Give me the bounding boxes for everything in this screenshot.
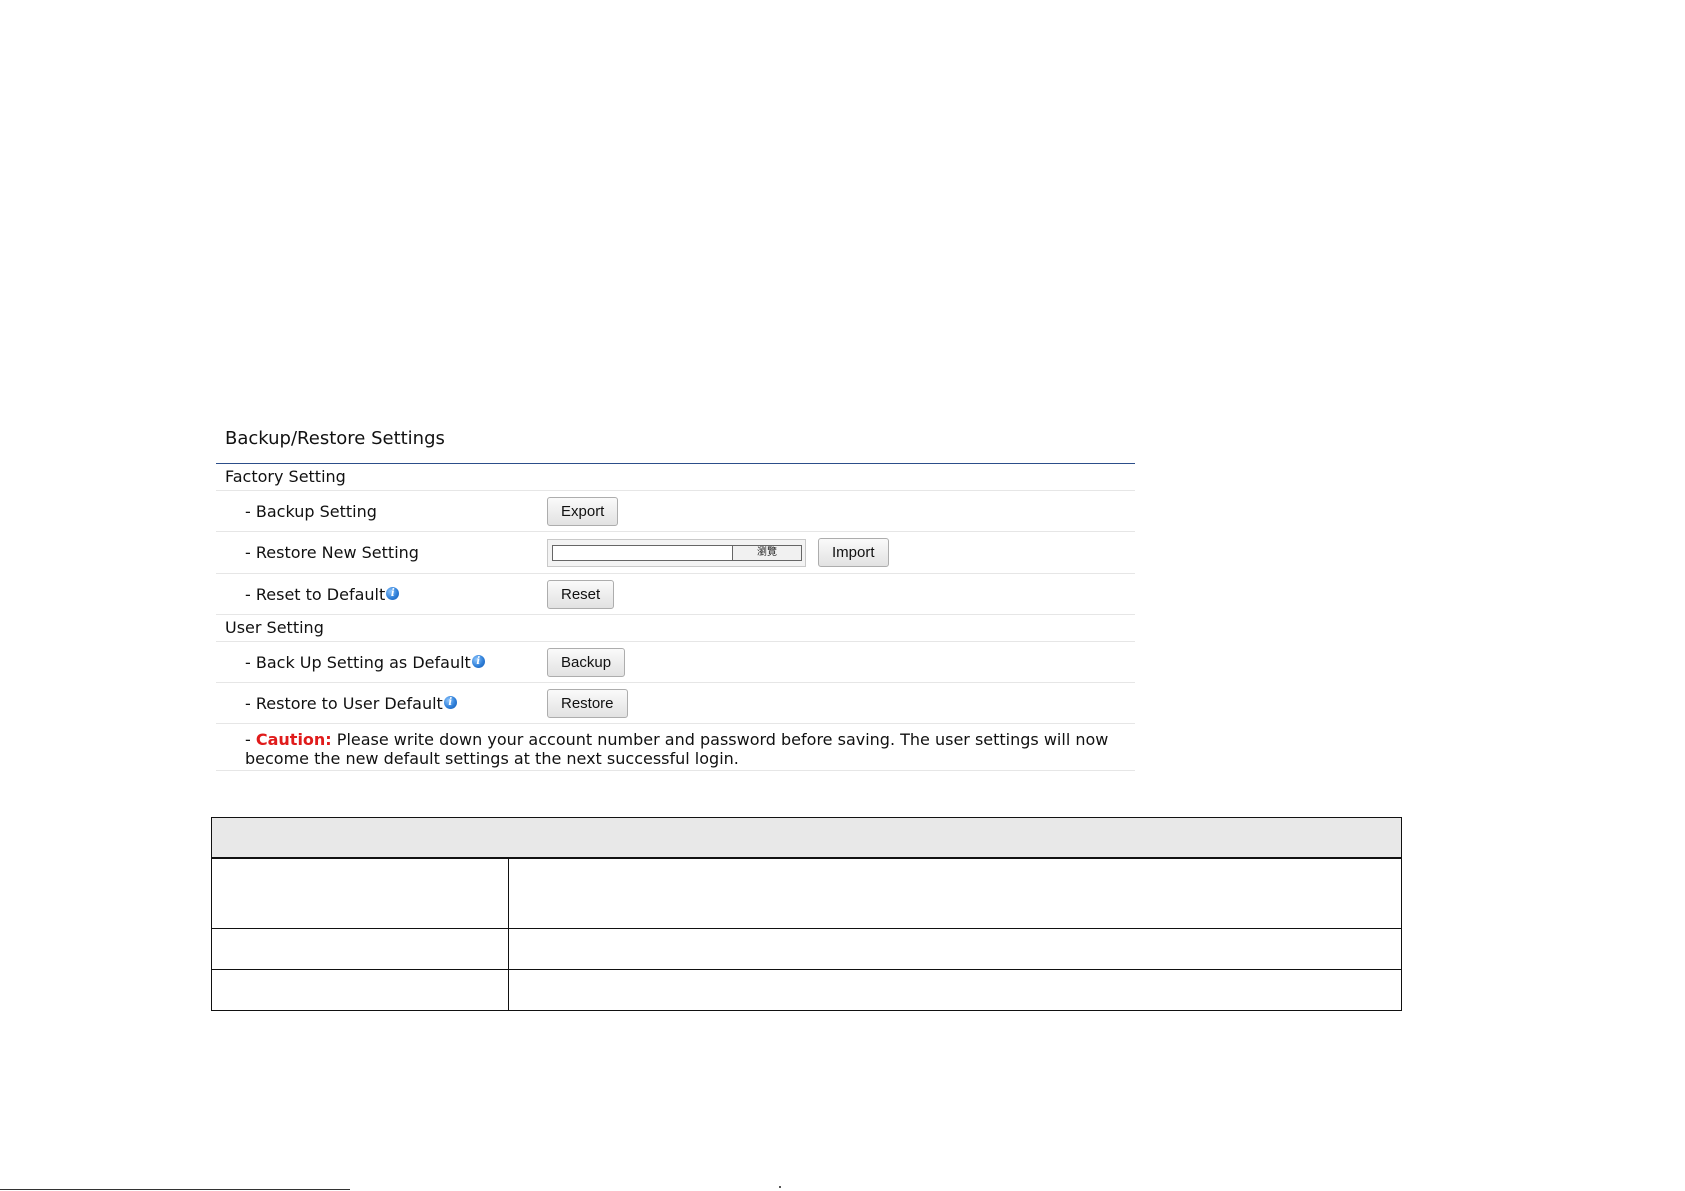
table-row <box>212 929 1401 970</box>
caution-note: - Caution: Please write down your accoun… <box>216 724 1135 771</box>
table-cell <box>212 859 509 928</box>
caution-prefix: - <box>245 730 256 749</box>
import-button[interactable]: Import <box>818 538 889 567</box>
table-cell <box>509 859 1401 928</box>
table-cell <box>509 970 1401 1010</box>
backup-button[interactable]: Backup <box>547 648 626 677</box>
panel-title: Backup/Restore Settings <box>216 420 1135 464</box>
backup-restore-panel: Backup/Restore Settings Factory Setting … <box>216 420 1135 771</box>
export-button[interactable]: Export <box>547 497 619 526</box>
reset-button[interactable]: Reset <box>547 580 615 609</box>
table-cell <box>212 929 509 969</box>
info-icon[interactable]: i <box>443 696 457 709</box>
table-cell <box>509 929 1401 969</box>
factory-setting-heading: Factory Setting <box>216 464 1135 491</box>
file-browse-button[interactable]: 瀏覽 <box>732 544 802 561</box>
info-icon[interactable]: i <box>386 587 400 600</box>
reset-to-default-label: - Reset to Default i <box>245 574 400 615</box>
table-header <box>212 818 1401 859</box>
description-table <box>211 817 1402 1011</box>
restore-new-setting-label: - Restore New Setting <box>245 543 419 562</box>
table-cell <box>212 970 509 1010</box>
table-row <box>212 970 1401 1011</box>
restore-new-setting-row: - Restore New Setting 瀏覽 Import <box>216 532 1135 574</box>
caution-keyword: Caution: <box>255 730 332 749</box>
file-upload-field: 瀏覽 <box>547 538 806 567</box>
restore-user-default-label: - Restore to User Default i <box>245 683 457 724</box>
info-icon[interactable]: i <box>471 655 485 668</box>
reset-to-default-row: - Reset to Default i Reset <box>216 574 1135 615</box>
restore-button[interactable]: Restore <box>547 689 628 718</box>
footnote-divider <box>0 1189 350 1190</box>
restore-user-default-row: - Restore to User Default i Restore <box>216 683 1135 724</box>
backup-as-default-label: - Back Up Setting as Default i <box>245 642 485 683</box>
backup-setting-row: - Backup Setting Export <box>216 491 1135 532</box>
backup-as-default-row: - Back Up Setting as Default i Backup <box>216 642 1135 683</box>
backup-setting-label: - Backup Setting <box>245 502 377 521</box>
table-row <box>212 859 1401 929</box>
user-setting-heading: User Setting <box>216 615 1135 642</box>
footer-mark <box>779 1186 781 1188</box>
caution-text: Please write down your account number an… <box>245 730 1109 768</box>
file-path-input[interactable] <box>552 544 732 561</box>
